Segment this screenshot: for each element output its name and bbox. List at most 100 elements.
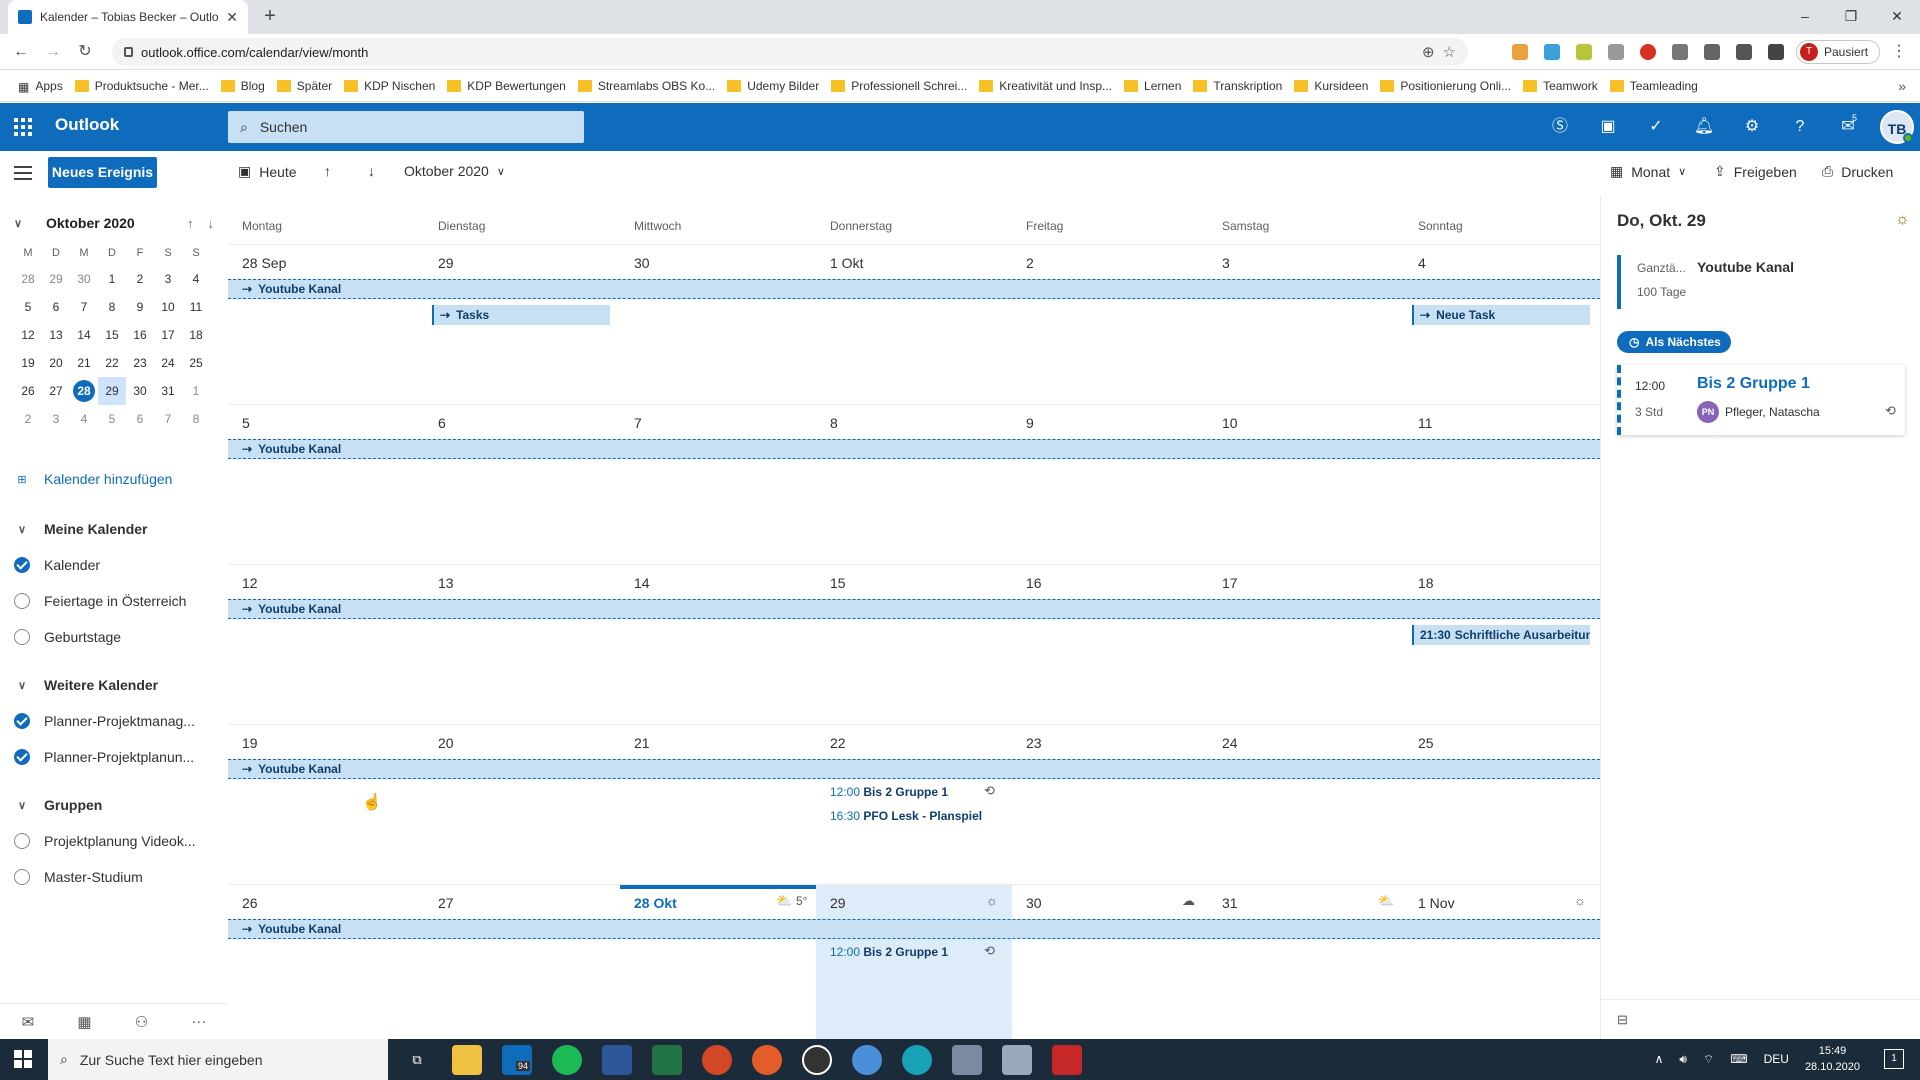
event-youtube-kanal[interactable]: ⇢ Youtube Kanal — [228, 919, 1600, 939]
day-number[interactable]: 10 — [1222, 415, 1238, 431]
day-number[interactable]: 18 — [1418, 575, 1434, 591]
file-explorer-icon[interactable] — [452, 1045, 482, 1075]
bookmark-item[interactable]: Udemy Bilder — [721, 79, 825, 93]
event-schriftliche-ausarbeitung[interactable]: 21:30 Schriftliche Ausarbeitung — [1412, 625, 1590, 645]
up-next-button[interactable]: ◷ Als Nächstes — [1617, 331, 1731, 353]
bookmarks-overflow-icon[interactable]: » — [1898, 78, 1906, 94]
notification-center-icon[interactable]: 1 — [1884, 1049, 1904, 1069]
back-icon[interactable]: ← — [10, 42, 32, 64]
bookmark-star-icon[interactable]: ☆ — [1443, 43, 1456, 61]
prev-month-button[interactable]: ↑ — [324, 163, 331, 179]
expand-pane-icon[interactable]: ⊟ — [1617, 1012, 1628, 1028]
day-number[interactable]: 25 — [1418, 735, 1434, 751]
profile-button[interactable]: T Pausiert — [1796, 40, 1880, 64]
new-event-button[interactable]: Neues Ereignis — [48, 157, 157, 188]
day-number[interactable]: 14 — [634, 575, 650, 591]
bookmark-item[interactable]: Professionell Schrei... — [825, 79, 973, 93]
day-number[interactable]: 28 Sep — [242, 255, 286, 271]
day-number[interactable]: 23 — [1026, 735, 1042, 751]
app-icon[interactable] — [752, 1045, 782, 1075]
mini-day[interactable]: 30 — [126, 377, 154, 405]
zoom-icon[interactable]: ⊕ — [1422, 43, 1435, 61]
bookmark-item[interactable]: Kreativität und Insp... — [973, 79, 1118, 93]
day-number[interactable]: 7 — [634, 415, 642, 431]
day-number[interactable]: 19 — [242, 735, 258, 751]
app-launcher-icon[interactable] — [14, 118, 32, 136]
day-number[interactable]: 13 — [438, 575, 454, 591]
calendar-item-kalender[interactable]: Kalender — [14, 557, 100, 573]
bookmark-item[interactable]: Lernen — [1118, 79, 1187, 93]
allday-event-card[interactable]: Ganztä... 100 Tage Youtube Kanal — [1617, 255, 1909, 309]
day-number[interactable]: 12 — [242, 575, 258, 591]
mini-day[interactable]: 22 — [98, 349, 126, 377]
calendar-item-planner2[interactable]: Planner-Projektplanun... — [14, 749, 194, 765]
acrobat-icon[interactable] — [1052, 1045, 1082, 1075]
day-number[interactable]: 21 — [634, 735, 650, 751]
day-number[interactable]: 5 — [242, 415, 250, 431]
day-number[interactable]: 29 — [438, 255, 454, 271]
mail-icon[interactable]: ✉ — [22, 1013, 35, 1031]
forward-icon[interactable]: → — [42, 42, 64, 64]
share-button[interactable]: ⇪ Freigeben — [1714, 163, 1797, 180]
excel-icon[interactable] — [652, 1045, 682, 1075]
mini-day[interactable]: 5 — [98, 405, 126, 433]
mini-day[interactable]: 3 — [42, 405, 70, 433]
bookmark-item[interactable]: Blog — [215, 79, 271, 93]
month-picker[interactable]: Oktober 2020 ∨ — [404, 163, 505, 179]
close-tab-icon[interactable]: ✕ — [226, 9, 238, 26]
day-number[interactable]: 24 — [1222, 735, 1238, 751]
day-number[interactable]: 30 — [1026, 895, 1042, 911]
mini-day[interactable]: 21 — [70, 349, 98, 377]
extension-icon[interactable] — [1704, 44, 1720, 60]
app-icon[interactable] — [1002, 1045, 1032, 1075]
keyboard-icon[interactable]: ⌨ — [1730, 1052, 1747, 1066]
mini-day[interactable]: 6 — [126, 405, 154, 433]
browser-menu-icon[interactable]: ⋮ — [1888, 42, 1910, 64]
collapse-chevron-icon[interactable]: ∨ — [14, 217, 26, 230]
restore-button[interactable]: ❐ — [1828, 0, 1874, 34]
day-number[interactable]: 8 — [830, 415, 838, 431]
more-icon[interactable]: ··· — [191, 1013, 206, 1030]
word-icon[interactable] — [602, 1045, 632, 1075]
mini-day[interactable]: 3 — [154, 265, 182, 293]
clock[interactable]: 15:49 28.10.2020 — [1805, 1043, 1860, 1075]
spotify-icon[interactable] — [552, 1045, 582, 1075]
calendar-item-geburtstage[interactable]: Geburtstage — [14, 629, 121, 645]
day-number[interactable]: 26 — [242, 895, 258, 911]
bookmark-item[interactable]: Positionierung Onli... — [1374, 79, 1517, 93]
office-icon[interactable]: ▣ — [1596, 115, 1620, 139]
mini-day[interactable]: 1 — [98, 265, 126, 293]
new-tab-button[interactable]: + — [256, 5, 284, 29]
day-number[interactable]: 16 — [1026, 575, 1042, 591]
day-number[interactable]: 9 — [1026, 415, 1034, 431]
event-neue-task[interactable]: ⇢ Neue Task — [1412, 305, 1590, 325]
event-pfo-lesk[interactable]: 16:30 PFO Lesk - Planspiel — [830, 809, 982, 823]
day-number[interactable]: 6 — [438, 415, 446, 431]
people-icon[interactable]: ⚇ — [135, 1013, 148, 1031]
mini-day-today[interactable]: 28 — [70, 377, 98, 405]
bookmark-item[interactable]: Produktsuche - Mer... — [69, 79, 215, 93]
bookmark-item[interactable]: Transkription — [1187, 79, 1288, 93]
prev-month-icon[interactable]: ↑ — [187, 216, 194, 231]
extension-icon[interactable] — [1512, 44, 1528, 60]
next-month-button[interactable]: ↓ — [368, 163, 375, 179]
mini-day[interactable]: 19 — [14, 349, 42, 377]
mini-day[interactable]: 12 — [14, 321, 42, 349]
bookmark-item[interactable]: Streamlabs OBS Ko... — [572, 79, 721, 93]
mini-day[interactable]: 26 — [14, 377, 42, 405]
day-number[interactable]: 3 — [1222, 255, 1230, 271]
mini-day[interactable]: 4 — [182, 265, 210, 293]
bookmark-item[interactable]: KDP Bewertungen — [441, 79, 572, 93]
mini-day[interactable]: 7 — [70, 293, 98, 321]
help-icon[interactable]: ? — [1788, 115, 1812, 139]
mini-day[interactable]: 2 — [126, 265, 154, 293]
day-number[interactable]: 29 — [830, 895, 846, 911]
group-item-projektplanung[interactable]: Projektplanung Videok... — [14, 833, 196, 849]
powerpoint-icon[interactable] — [702, 1045, 732, 1075]
event-tasks[interactable]: ⇢ Tasks — [432, 305, 610, 325]
mini-day[interactable]: 5 — [14, 293, 42, 321]
outlook-brand[interactable]: Outlook — [55, 115, 119, 135]
mini-day[interactable]: 9 — [126, 293, 154, 321]
day-number[interactable]: 31 — [1222, 895, 1238, 911]
mini-day[interactable]: 29 — [98, 377, 126, 405]
